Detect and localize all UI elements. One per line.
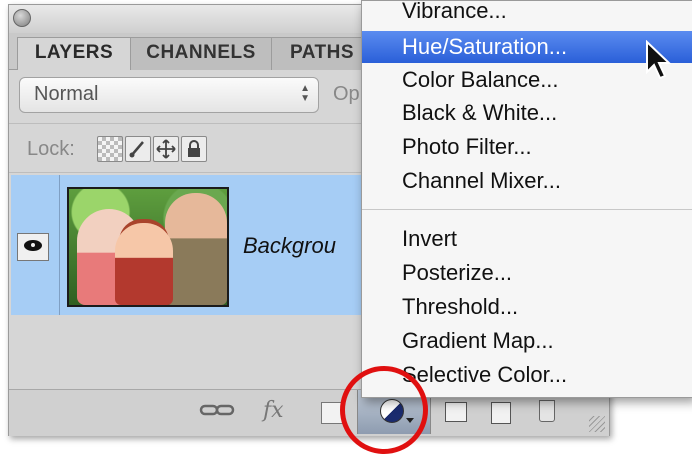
layer-visibility-toggle[interactable] (17, 233, 49, 261)
menu-item-hue-saturation[interactable]: Hue/Saturation... (362, 31, 692, 63)
new-layer-icon[interactable] (491, 402, 511, 424)
lock-all-icon[interactable] (181, 136, 207, 162)
menu-separator (362, 209, 692, 210)
lock-position-icon[interactable] (153, 136, 179, 162)
trash-icon[interactable] (539, 400, 555, 422)
lock-label: Lock: (27, 138, 75, 160)
eye-icon (24, 240, 42, 251)
menu-item-photo-filter[interactable]: Photo Filter... (362, 131, 692, 163)
menu-item-vibrance[interactable]: Vibrance... (362, 0, 692, 27)
new-group-icon[interactable] (445, 402, 467, 422)
menu-item-invert[interactable]: Invert (362, 223, 692, 255)
tab-layers[interactable]: LAYERS (17, 37, 131, 70)
opacity-label: Op (333, 83, 360, 105)
menu-item-gradient-map[interactable]: Gradient Map... (362, 325, 692, 357)
lock-brush-icon[interactable] (125, 136, 151, 162)
menu-item-posterize[interactable]: Posterize... (362, 257, 692, 289)
tab-paths[interactable]: PATHS (271, 37, 373, 70)
menu-item-channel-mixer[interactable]: Channel Mixer... (362, 165, 692, 197)
stepper-arrows-icon: ▲ ▼ (300, 83, 310, 104)
tab-channels[interactable]: CHANNELS (130, 37, 272, 70)
mouse-pointer-icon (644, 39, 678, 84)
blend-mode-select[interactable]: Normal ▲ ▼ (19, 77, 319, 113)
layer-name: Backgrou (243, 233, 336, 258)
menu-item-color-balance[interactable]: Color Balance... (362, 64, 692, 96)
blend-mode-value: Normal (34, 83, 99, 105)
annotation-circle (340, 366, 428, 454)
layer-style-fx-button[interactable]: fx (263, 398, 284, 423)
adjustment-menu: Vibrance... Hue/Saturation... Color Bala… (361, 0, 692, 398)
menu-item-threshold[interactable]: Threshold... (362, 291, 692, 323)
link-layers-icon[interactable] (199, 400, 235, 426)
resize-grip-icon[interactable] (589, 416, 605, 432)
layer-thumbnail (67, 187, 229, 307)
lock-transparency-icon[interactable] (97, 136, 123, 162)
close-icon[interactable] (13, 9, 31, 27)
row-divider (59, 175, 60, 315)
menu-item-black-white[interactable]: Black & White... (362, 97, 692, 129)
